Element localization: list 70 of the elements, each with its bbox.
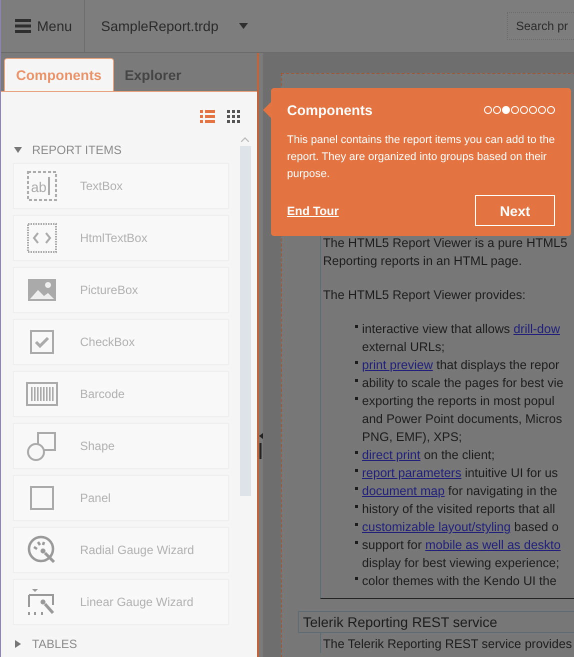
report-text: ability to scale the pages for best vie	[362, 376, 564, 390]
component-item[interactable]: Barcode	[13, 371, 229, 417]
report-text: history of the visited reports that all	[362, 502, 556, 516]
caret-icon	[238, 23, 248, 29]
report-text: and Power Point documents, Micros	[362, 412, 562, 426]
report-text: PNG, EMF), XPS;	[362, 430, 462, 444]
file-dropdown[interactable]: SampleReport.trdp	[101, 18, 248, 34]
report-text: support for	[362, 538, 423, 552]
scrollbar-thumb[interactable]	[240, 146, 250, 496]
panel-tab[interactable]: Components	[4, 58, 114, 91]
report-text: intuitive UI for us	[464, 466, 558, 480]
bullet-icon	[355, 577, 358, 580]
menu-icon	[15, 19, 31, 33]
bullet-icon	[355, 397, 358, 400]
splitter-handle[interactable]	[259, 433, 263, 459]
report-text: exporting the reports in most popul	[362, 394, 554, 408]
radialgauge-icon	[26, 534, 58, 566]
bullet-icon	[355, 505, 358, 508]
bullet-icon	[355, 469, 358, 472]
bullet-icon	[355, 523, 358, 526]
component-item[interactable]: CheckBox	[13, 319, 229, 365]
report-text: that displays the repor	[435, 358, 560, 372]
component-item[interactable]: Radial Gauge Wizard	[13, 527, 229, 573]
report-link[interactable]: mobile as well as deskto	[425, 538, 561, 552]
report-link[interactable]: report parameters	[362, 466, 462, 480]
report-text: The HTML5 Report Viewer provides:	[323, 287, 527, 304]
tour-title: Components	[287, 102, 373, 118]
bullet-icon	[355, 361, 358, 364]
shape-icon	[26, 430, 58, 462]
search-field[interactable]: Search pr	[507, 12, 574, 40]
next-button[interactable]: Next	[475, 195, 555, 226]
report-link[interactable]: print preview	[362, 358, 433, 372]
menu-button[interactable]: Menu	[1, 0, 85, 52]
report-link[interactable]: direct print	[362, 448, 420, 462]
component-item[interactable]: Shape	[13, 423, 229, 469]
caret-icon	[15, 640, 21, 648]
tour-text: This panel contains the report items you can add to the report. They are organized into groups based on their purpose.	[287, 133, 555, 182]
report-text: for navigating in the	[447, 484, 558, 498]
report-text: interactive view that allows	[362, 322, 511, 336]
bullet-icon	[355, 379, 358, 382]
report-text: The Telerik Reporting REST service provides	[320, 633, 574, 653]
end-tour-link[interactable]: End Tour	[287, 204, 339, 218]
report-text: display for best viewing experience;	[362, 556, 560, 570]
htmltextbox-icon	[26, 222, 58, 254]
scroll-up-icon[interactable]	[241, 137, 249, 142]
report-link[interactable]: document map	[362, 484, 445, 498]
caret-icon	[14, 147, 22, 153]
report-text: external URLs;	[362, 340, 445, 354]
bullet-icon	[355, 487, 358, 490]
section-header[interactable]: REPORT ITEMS	[8, 137, 229, 163]
report-text: The HTML5 Report Viewer is a pure HTML5	[323, 235, 568, 252]
component-item[interactable]: HtmlTextBox	[13, 215, 229, 261]
bullet-icon	[355, 325, 358, 328]
report-text: based o	[513, 520, 559, 534]
grid-view-icon[interactable]	[227, 110, 240, 123]
report-text: color themes with the Kendo UI the	[362, 574, 557, 588]
report-link[interactable]: customizable layout/styling	[362, 520, 511, 534]
component-item[interactable]: PictureBox	[13, 267, 229, 313]
report-text: Reporting reports in an HTML page.	[323, 253, 523, 270]
textbox-icon: ab	[26, 170, 58, 202]
component-item[interactable]: Linear Gauge Wizard	[13, 579, 229, 625]
component-item[interactable]: Panel	[13, 475, 229, 521]
bullet-icon	[355, 541, 358, 544]
report-link[interactable]: drill-dow	[513, 322, 560, 336]
section-heading: Telerik Reporting REST service	[298, 611, 574, 633]
bullet-icon	[355, 451, 358, 454]
report-text: on the client;	[422, 448, 495, 462]
list-view-icon[interactable]	[200, 110, 215, 123]
component-item[interactable]: ab TextBox	[13, 163, 229, 209]
section-header[interactable]: TABLES	[8, 631, 229, 657]
